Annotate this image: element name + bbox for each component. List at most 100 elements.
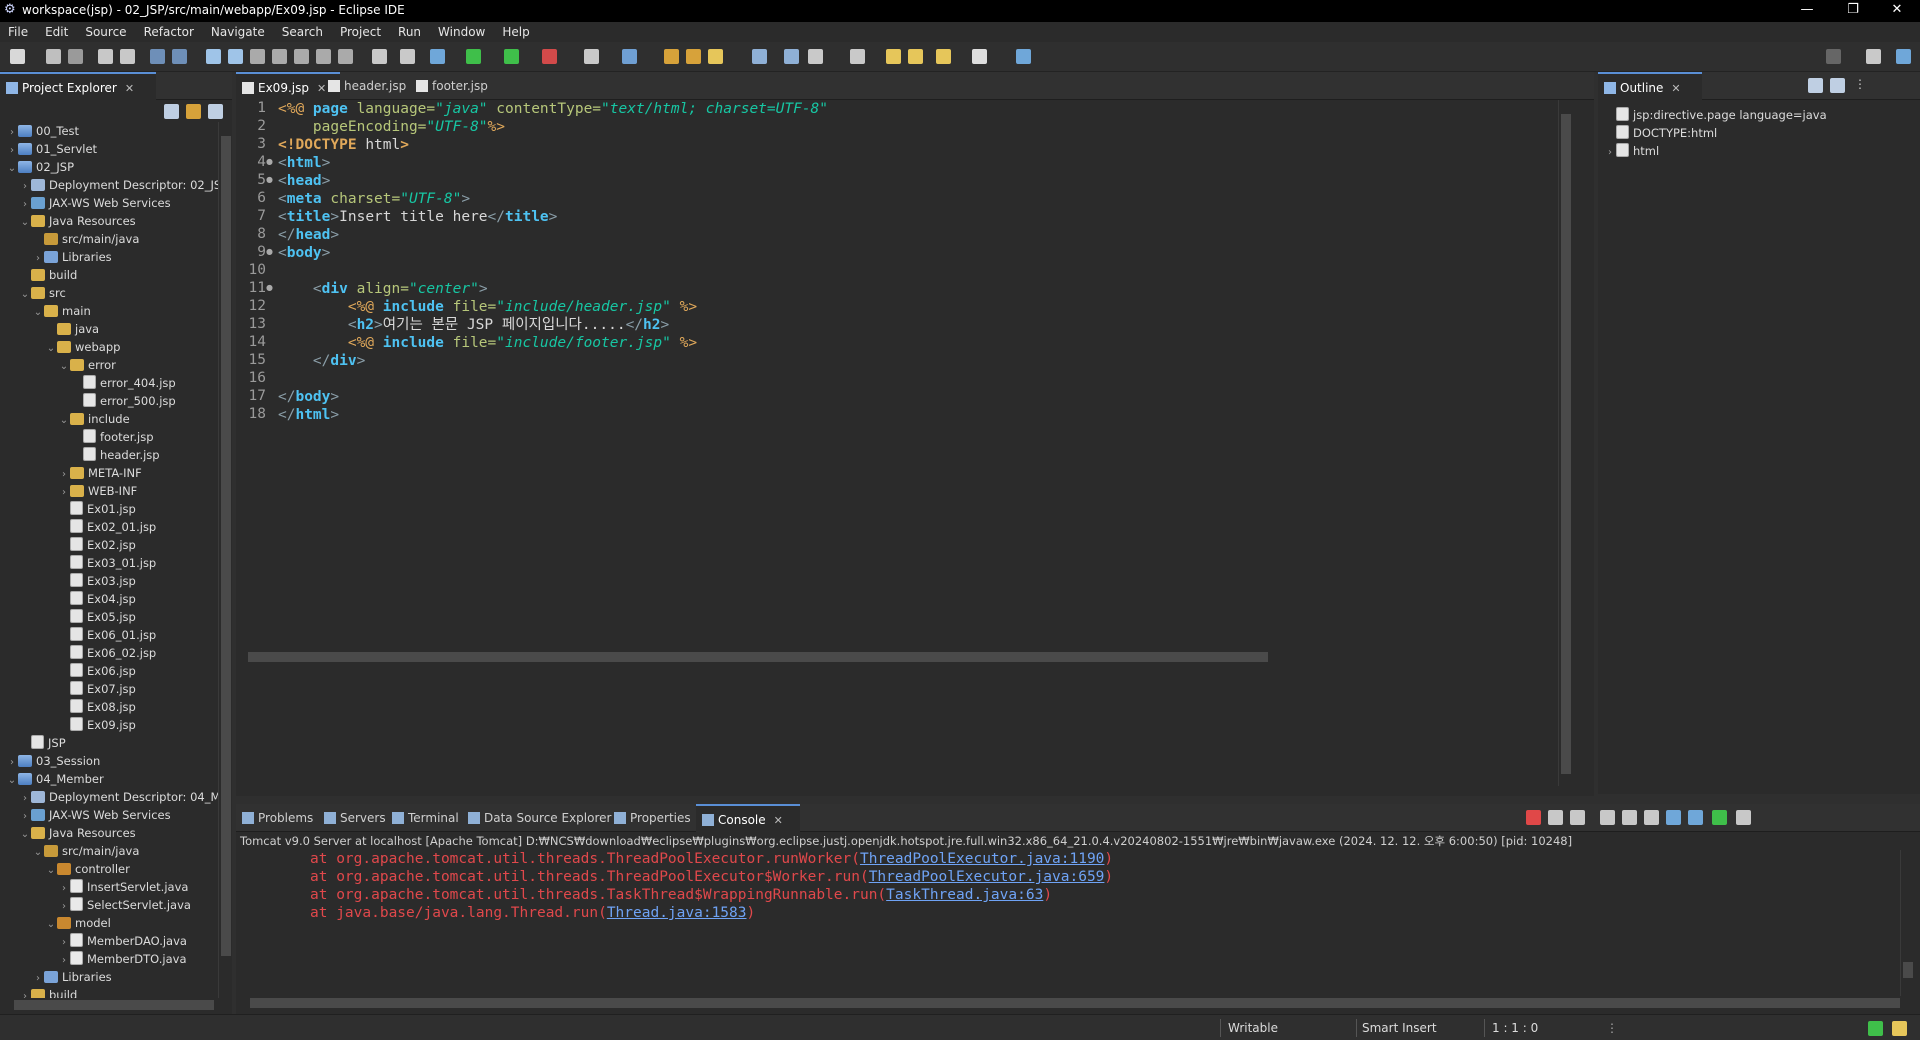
- tree-item[interactable]: ⌄ webapp: [45, 338, 121, 358]
- close-icon[interactable]: ✕: [774, 814, 783, 827]
- code-line[interactable]: <head>: [278, 172, 330, 190]
- save-icon[interactable]: [46, 49, 61, 64]
- outline-item[interactable]: DOCTYPE:html: [1604, 124, 1717, 142]
- tree-item[interactable]: › JAX-WS Web Services: [19, 806, 171, 824]
- show-on-output-icon[interactable]: [1644, 810, 1659, 825]
- tree-item[interactable]: ⌄ 02_JSP: [6, 158, 74, 176]
- tree-item[interactable]: Ex02_01.jsp: [58, 518, 156, 536]
- code-line[interactable]: </body>: [278, 388, 339, 406]
- expand-toggle-icon[interactable]: ⌄: [19, 286, 31, 304]
- collapse-all-icon[interactable]: [164, 104, 179, 119]
- debug-icon[interactable]: [430, 49, 445, 64]
- stack-frame-link[interactable]: TaskThread.java:63: [886, 887, 1043, 903]
- search-tool-icon[interactable]: [708, 49, 723, 64]
- open-task-icon[interactable]: [686, 49, 701, 64]
- tree-item[interactable]: › Libraries: [32, 248, 112, 266]
- tree-item[interactable]: › WEB-INF: [58, 482, 137, 500]
- collapse-all-icon[interactable]: [1830, 78, 1845, 93]
- code-text-area[interactable]: <%@ page language="java" contentType="te…: [278, 100, 1626, 786]
- close-icon[interactable]: ✕: [125, 82, 134, 95]
- tab-outline[interactable]: Outline ✕: [1598, 72, 1702, 102]
- console-hscroll-thumb[interactable]: [250, 998, 1900, 1008]
- tree-item[interactable]: footer.jsp: [71, 428, 154, 446]
- tree-item[interactable]: ⌄ Java Resources: [19, 212, 136, 230]
- tree-item[interactable]: error_404.jsp: [71, 374, 176, 392]
- java-ee-perspective-icon[interactable]: [1896, 49, 1911, 64]
- code-line[interactable]: </head>: [278, 226, 339, 244]
- pin-console-icon[interactable]: [1666, 810, 1681, 825]
- tree-item[interactable]: Ex09.jsp: [58, 716, 136, 734]
- tree-item[interactable]: ⌄ main: [32, 302, 91, 320]
- code-line[interactable]: <html>: [278, 154, 330, 172]
- forward-arrow-icon[interactable]: [908, 49, 923, 64]
- new-server-icon[interactable]: [584, 49, 599, 64]
- tree-item[interactable]: Ex06_02.jsp: [58, 644, 156, 662]
- coverage-icon[interactable]: [372, 49, 387, 64]
- new-console-icon[interactable]: [1712, 810, 1727, 825]
- code-line[interactable]: </div>: [278, 352, 365, 370]
- tree-item[interactable]: ⌄ model: [45, 914, 111, 932]
- remove-all-icon[interactable]: [1570, 810, 1585, 825]
- tree-item[interactable]: java: [45, 320, 99, 338]
- code-line[interactable]: pageEncoding="UTF-8"%>: [278, 118, 505, 136]
- expand-toggle-icon[interactable]: ⌄: [19, 826, 31, 844]
- tree-item[interactable]: ⌄ src: [19, 284, 66, 302]
- open-type-icon[interactable]: [664, 49, 679, 64]
- run-icon[interactable]: [466, 49, 481, 64]
- scroll-lock-icon[interactable]: [1600, 810, 1615, 825]
- view-menu-icon[interactable]: ⋮: [1854, 77, 1866, 91]
- explorer-hscroll-thumb[interactable]: [14, 1000, 214, 1010]
- tree-item[interactable]: build: [19, 266, 77, 284]
- tree-item[interactable]: › InsertServlet.java: [58, 878, 188, 896]
- console-output[interactable]: at org.apache.tomcat.util.threads.Thread…: [236, 850, 1906, 996]
- tree-item[interactable]: Ex03.jsp: [58, 572, 136, 590]
- open-perspective-icon[interactable]: [1016, 49, 1031, 64]
- tree-item[interactable]: ⌄ controller: [45, 860, 130, 878]
- fold-toggle-icon[interactable]: ●: [266, 283, 273, 292]
- stack-frame-link[interactable]: ThreadPoolExecutor.java:659: [869, 869, 1105, 885]
- tree-item[interactable]: Ex03_01.jsp: [58, 554, 156, 572]
- undo-icon[interactable]: [98, 49, 113, 64]
- word-wrap-icon[interactable]: [1622, 810, 1637, 825]
- tree-item[interactable]: › 01_Servlet: [6, 140, 97, 158]
- menu-file[interactable]: File: [0, 22, 37, 42]
- globe-icon[interactable]: [752, 49, 767, 64]
- step-return-icon[interactable]: [338, 49, 353, 64]
- close-button[interactable]: ✕: [1874, 0, 1920, 22]
- console-hscroll[interactable]: [236, 996, 1920, 1010]
- tab-console[interactable]: Console ✕: [696, 804, 800, 834]
- sort-icon[interactable]: [1808, 78, 1823, 93]
- expand-toggle-icon[interactable]: ⌄: [6, 160, 18, 178]
- tree-item[interactable]: › JAX-WS Web Services: [19, 194, 171, 212]
- expand-toggle-icon[interactable]: ⌄: [19, 214, 31, 232]
- tree-item[interactable]: › MemberDTO.java: [58, 950, 187, 968]
- explorer-hscroll[interactable]: [0, 998, 232, 1012]
- tree-item[interactable]: › 00_Test: [6, 122, 79, 140]
- editor-vscroll[interactable]: [1558, 100, 1572, 786]
- tree-item[interactable]: Ex08.jsp: [58, 698, 136, 716]
- previous-icon[interactable]: [936, 49, 951, 64]
- expand-toggle-icon[interactable]: ⌄: [45, 862, 57, 880]
- tab-editor-file[interactable]: footer.jsp: [410, 72, 516, 100]
- resume-icon[interactable]: [206, 49, 221, 64]
- expand-toggle-icon[interactable]: ⌄: [32, 844, 44, 862]
- expand-toggle-icon[interactable]: ⌄: [45, 340, 57, 358]
- editor-vscroll-thumb[interactable]: [1561, 114, 1571, 774]
- menu-refactor[interactable]: Refactor: [136, 22, 203, 42]
- expand-toggle-icon[interactable]: ⌄: [45, 916, 57, 934]
- code-line[interactable]: <meta charset="UTF-8">: [278, 190, 470, 208]
- menu-run[interactable]: Run: [390, 22, 430, 42]
- tree-item[interactable]: › MemberDAO.java: [58, 932, 187, 950]
- tree-item[interactable]: Ex02.jsp: [58, 536, 136, 554]
- code-line[interactable]: <!DOCTYPE html>: [278, 136, 409, 154]
- save-all-icon[interactable]: [68, 49, 83, 64]
- expand-toggle-icon[interactable]: ⌄: [32, 304, 44, 322]
- external-tools-icon[interactable]: [542, 49, 557, 64]
- redo-icon[interactable]: [120, 49, 135, 64]
- expand-toggle-icon[interactable]: ⌄: [58, 412, 70, 430]
- remove-launch-icon[interactable]: [1548, 810, 1563, 825]
- tree-item[interactable]: JSP: [19, 734, 66, 752]
- step-over-icon[interactable]: [316, 49, 331, 64]
- expand-toggle-icon[interactable]: ⌄: [6, 772, 18, 790]
- code-line[interactable]: <%@ include file="include/footer.jsp" %>: [278, 334, 697, 352]
